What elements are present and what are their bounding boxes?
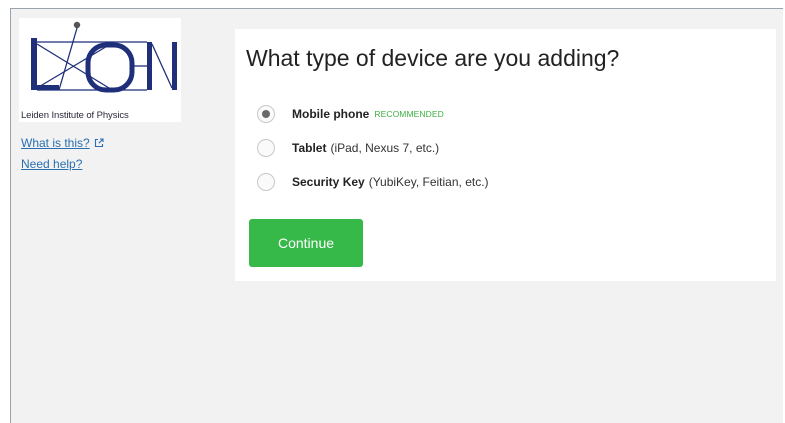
option-label: Security Key <box>292 175 365 189</box>
option-mobile-phone[interactable]: Mobile phone RECOMMENDED <box>257 103 444 125</box>
need-help-link[interactable]: Need help? <box>21 157 189 171</box>
lion-logo-icon <box>31 21 177 93</box>
device-type-panel: What type of device are you adding? Mobi… <box>235 29 776 281</box>
option-security-key[interactable]: Security Key (YubiKey, Feitian, etc.) <box>257 171 489 193</box>
option-tablet[interactable]: Tablet (iPad, Nexus 7, etc.) <box>257 137 439 159</box>
what-is-this-link[interactable]: What is this? <box>21 136 189 150</box>
option-label: Mobile phone <box>292 107 370 121</box>
institute-logo: Leiden Institute of Physics <box>19 18 181 122</box>
recommended-badge: RECOMMENDED <box>374 109 444 119</box>
page-title: What type of device are you adding? <box>246 45 620 71</box>
radio-mobile-phone[interactable] <box>257 105 275 123</box>
sidebar: Leiden Institute of Physics What is this… <box>19 18 189 171</box>
option-label: Tablet <box>292 141 327 155</box>
what-is-this-label: What is this? <box>21 136 90 150</box>
option-detail: (iPad, Nexus 7, etc.) <box>330 141 440 155</box>
external-link-icon <box>94 138 104 148</box>
continue-button[interactable]: Continue <box>249 219 363 267</box>
radio-security-key[interactable] <box>257 173 275 191</box>
radio-tablet[interactable] <box>257 139 275 157</box>
logo-caption: Leiden Institute of Physics <box>21 110 129 121</box>
option-detail: (YubiKey, Feitian, etc.) <box>368 175 489 189</box>
